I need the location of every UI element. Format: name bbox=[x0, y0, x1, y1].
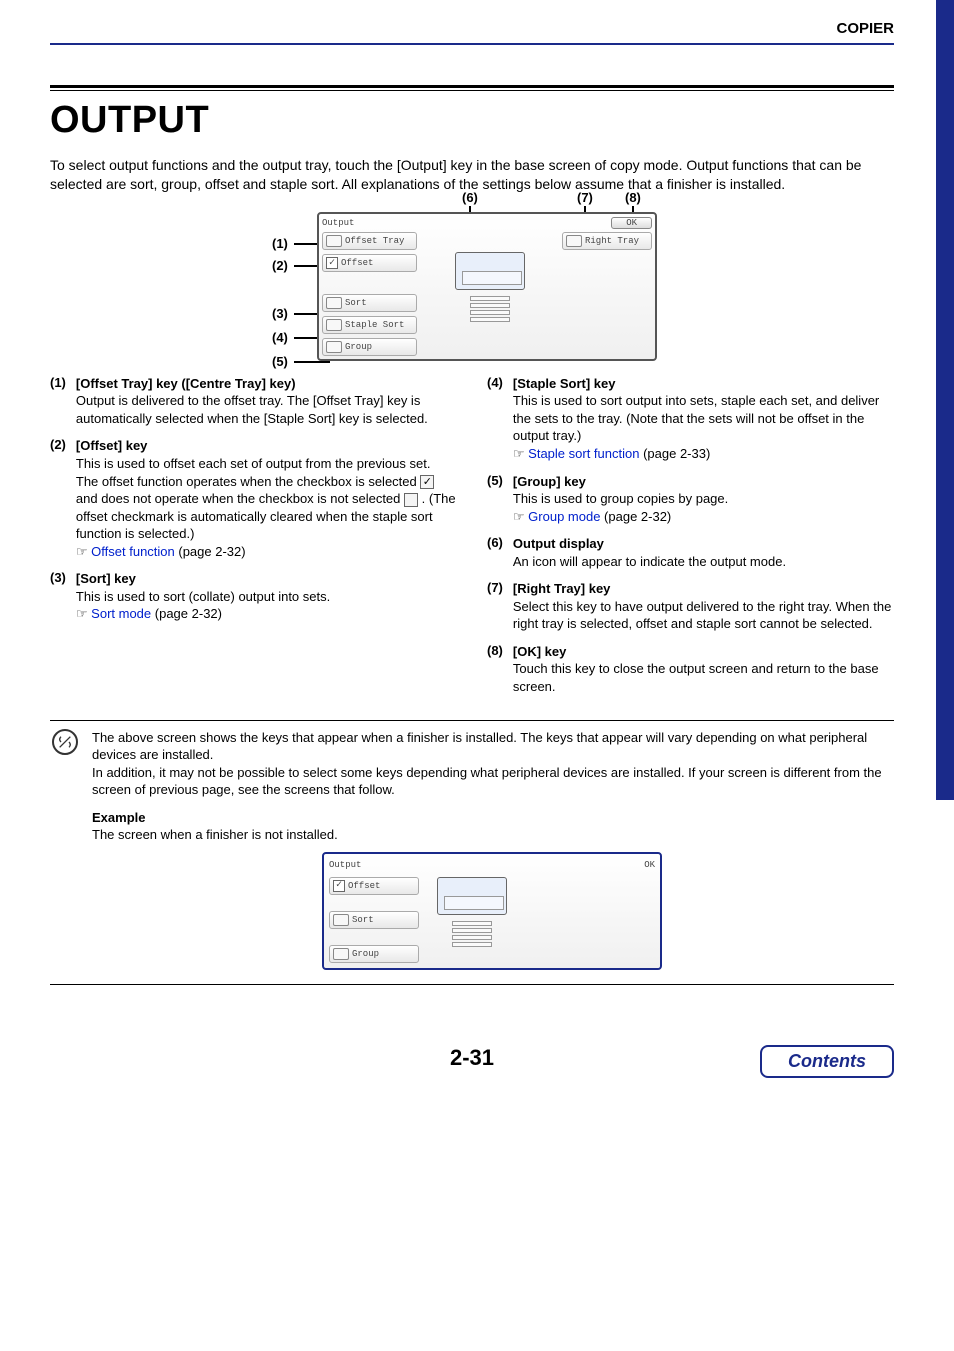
item-title: [Right Tray] key bbox=[513, 580, 894, 598]
staple-sort-key[interactable]: Staple Sort bbox=[322, 316, 417, 334]
item-body: This is used to offset each set of outpu… bbox=[76, 455, 457, 473]
item-body: This is used to sort output into sets, s… bbox=[513, 392, 894, 445]
item-num: (6) bbox=[487, 535, 503, 570]
rule bbox=[50, 90, 894, 91]
papers-illustration bbox=[470, 294, 510, 324]
right-tray-icon bbox=[566, 235, 582, 247]
group-label: Group bbox=[352, 948, 379, 960]
item-body: This is used to sort (collate) output in… bbox=[76, 588, 457, 606]
printer-illustration bbox=[455, 252, 525, 290]
offset-tray-label: Offset Tray bbox=[345, 236, 404, 246]
callout-4: (4) bbox=[272, 330, 288, 345]
offset-function-link[interactable]: Offset function bbox=[91, 544, 175, 559]
note-icon bbox=[52, 729, 78, 755]
item-title: [Group] key bbox=[513, 473, 894, 491]
checkbox-unchecked-icon bbox=[404, 493, 418, 507]
item-num: (2) bbox=[50, 437, 66, 560]
item-num: (7) bbox=[487, 580, 503, 633]
item-title: [Sort] key bbox=[76, 570, 457, 588]
contents-button[interactable]: Contents bbox=[760, 1045, 894, 1078]
offset-key[interactable]: ✓ Offset bbox=[329, 877, 419, 895]
item-num: (4) bbox=[487, 375, 503, 463]
right-tray-label: Right Tray bbox=[585, 236, 639, 246]
callout-1: (1) bbox=[272, 236, 288, 251]
sort-icon bbox=[333, 914, 349, 926]
item-num: (5) bbox=[487, 473, 503, 526]
item-body: An icon will appear to indicate the outp… bbox=[513, 553, 894, 571]
item-num: (3) bbox=[50, 570, 66, 623]
callout-3: (3) bbox=[272, 306, 288, 321]
page-title: OUTPUT bbox=[50, 99, 894, 142]
item-num: (8) bbox=[487, 643, 503, 696]
offset-key[interactable]: ✓ Offset bbox=[322, 254, 417, 272]
group-key[interactable]: Group bbox=[329, 945, 419, 963]
group-icon bbox=[333, 948, 349, 960]
page-ref: (page 2-32) bbox=[175, 544, 246, 559]
offset-checkbox-icon: ✓ bbox=[326, 257, 338, 269]
item-title: [Offset] key bbox=[76, 437, 457, 455]
offset-label: Offset bbox=[341, 258, 373, 268]
staple-sort-icon bbox=[326, 319, 342, 331]
group-key[interactable]: Group bbox=[322, 338, 417, 356]
rule bbox=[50, 85, 894, 88]
group-label: Group bbox=[345, 342, 372, 352]
output-panel-no-finisher: Output OK ✓ Offset Sort bbox=[322, 852, 662, 971]
callout-2: (2) bbox=[272, 258, 288, 273]
output-display-icon bbox=[480, 232, 500, 248]
offset-label: Offset bbox=[348, 880, 380, 892]
sort-key[interactable]: Sort bbox=[329, 911, 419, 929]
group-mode-link[interactable]: Group mode bbox=[528, 509, 600, 524]
callout-8: (8) bbox=[625, 190, 641, 205]
page-ref: (page 2-32) bbox=[600, 509, 671, 524]
sort-label: Sort bbox=[345, 298, 367, 308]
output-panel-figure: (6) (7) (8) (1) (2) (3) (4) (5) Output O… bbox=[50, 212, 894, 361]
sort-key[interactable]: Sort bbox=[322, 294, 417, 312]
page-ref: (page 2-32) bbox=[151, 606, 222, 621]
sort-label: Sort bbox=[352, 914, 374, 926]
section-header: COPIER bbox=[50, 20, 894, 45]
printer-illustration bbox=[437, 877, 507, 915]
note-text: In addition, it may not be possible to s… bbox=[92, 764, 892, 799]
page-ref: (page 2-33) bbox=[639, 446, 710, 461]
offset-checkbox-icon: ✓ bbox=[333, 880, 345, 892]
papers-illustration bbox=[452, 919, 492, 949]
sort-icon bbox=[326, 297, 342, 309]
offset-tray-key[interactable]: Offset Tray bbox=[322, 232, 417, 250]
right-tray-key[interactable]: Right Tray bbox=[562, 232, 652, 250]
staple-sort-label: Staple Sort bbox=[345, 320, 404, 330]
sort-mode-link[interactable]: Sort mode bbox=[91, 606, 151, 621]
item-title: [OK] key bbox=[513, 643, 894, 661]
item-title: [Staple Sort] key bbox=[513, 375, 894, 393]
item-body: The offset function operates when the ch… bbox=[76, 473, 457, 543]
panel-title: Output bbox=[322, 218, 354, 228]
note-text: The above screen shows the keys that app… bbox=[92, 729, 892, 764]
offset-tray-icon bbox=[326, 235, 342, 247]
group-icon bbox=[326, 341, 342, 353]
callout-5: (5) bbox=[272, 354, 288, 369]
checkbox-checked-icon: ✓ bbox=[420, 475, 434, 489]
example-label: Example bbox=[92, 809, 892, 827]
ok-button[interactable]: OK bbox=[644, 859, 655, 871]
item-body: This is used to group copies by page. bbox=[513, 490, 894, 508]
intro-text: To select output functions and the outpu… bbox=[50, 156, 894, 194]
item-body: Output is delivered to the offset tray. … bbox=[76, 392, 457, 427]
item-body: Touch this key to close the output scree… bbox=[513, 660, 894, 695]
callout-7: (7) bbox=[577, 190, 593, 205]
item-title: Output display bbox=[513, 535, 894, 553]
item-title: [Offset Tray] key ([Centre Tray] key) bbox=[76, 375, 457, 393]
item-num: (1) bbox=[50, 375, 66, 428]
example-text: The screen when a finisher is not instal… bbox=[92, 826, 892, 844]
panel2-title: Output bbox=[329, 859, 361, 871]
staple-sort-function-link[interactable]: Staple sort function bbox=[528, 446, 639, 461]
item-body: Select this key to have output delivered… bbox=[513, 598, 894, 633]
callout-6: (6) bbox=[462, 190, 478, 205]
ok-button[interactable]: OK bbox=[611, 217, 652, 229]
